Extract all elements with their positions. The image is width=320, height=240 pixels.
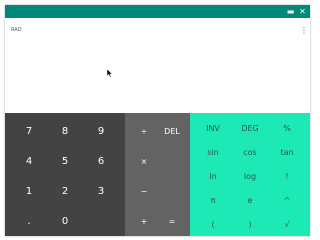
key-4[interactable]: 4 [11, 146, 47, 176]
key-8[interactable]: 8 [47, 116, 83, 146]
key-7[interactable]: 7 [11, 116, 47, 146]
key-minus[interactable]: − [130, 176, 158, 206]
key-divide[interactable]: ÷ [130, 116, 158, 146]
key-decimal[interactable]: . [11, 206, 47, 236]
key-plus[interactable]: + [130, 206, 158, 236]
minimize-icon[interactable]: ▬ [285, 6, 296, 17]
keypad: 7 8 9 4 5 6 1 2 3 . 0 ÷ DEL × − + = INV … [5, 113, 310, 236]
key-close-paren[interactable]: ) [231, 212, 269, 236]
key-9[interactable]: 9 [83, 116, 119, 146]
key-5[interactable]: 5 [47, 146, 83, 176]
key-square-root[interactable]: √ [268, 212, 306, 236]
key-factorial[interactable]: ! [268, 164, 306, 188]
display-area[interactable]: RAD ⋮ [5, 18, 310, 113]
key-ln[interactable]: ln [194, 164, 232, 188]
angle-mode-label: RAD [11, 27, 22, 33]
key-1[interactable]: 1 [11, 176, 47, 206]
operator-keypad: ÷ DEL × − + = [125, 113, 190, 236]
mouse-pointer-icon [107, 69, 113, 78]
key-e[interactable]: e [231, 188, 269, 212]
key-inverse[interactable]: INV [194, 116, 232, 140]
title-bar: ▬ ✕ [5, 5, 310, 18]
key-sin[interactable]: sin [194, 140, 232, 164]
key-open-paren[interactable]: ( [194, 212, 232, 236]
key-multiply[interactable]: × [130, 146, 158, 176]
key-pi[interactable]: π [194, 188, 232, 212]
key-0[interactable]: 0 [47, 206, 83, 236]
key-equals[interactable]: = [158, 206, 186, 236]
close-icon[interactable]: ✕ [297, 6, 308, 17]
numeric-keypad: 7 8 9 4 5 6 1 2 3 . 0 [5, 113, 125, 236]
calculator-window: ▬ ✕ RAD ⋮ 7 8 9 4 5 6 1 2 3 . 0 ÷ DEL × … [5, 5, 310, 236]
key-delete[interactable]: DEL [158, 116, 186, 146]
key-percent[interactable]: % [268, 116, 306, 140]
key-cos[interactable]: cos [231, 140, 269, 164]
key-3[interactable]: 3 [83, 176, 119, 206]
advanced-keypad: INV DEG % sin cos tan ln log ! π e ^ ( )… [190, 113, 310, 236]
key-power[interactable]: ^ [268, 188, 306, 212]
key-degree-mode[interactable]: DEG [231, 116, 269, 140]
key-log[interactable]: log [231, 164, 269, 188]
key-tan[interactable]: tan [268, 140, 306, 164]
key-2[interactable]: 2 [47, 176, 83, 206]
key-6[interactable]: 6 [83, 146, 119, 176]
overflow-menu-icon[interactable]: ⋮ [300, 26, 308, 35]
